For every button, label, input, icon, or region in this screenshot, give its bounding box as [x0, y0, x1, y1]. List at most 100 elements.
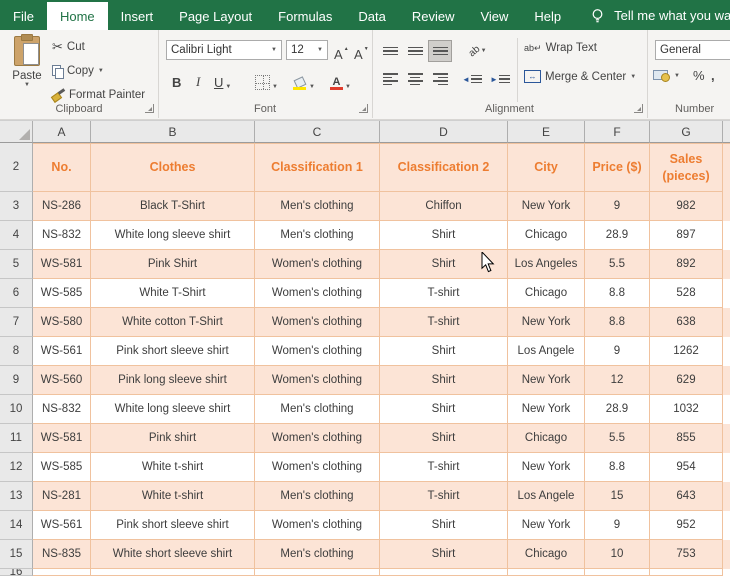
tab-home[interactable]: Home	[47, 2, 108, 30]
cell[interactable]: 28.9	[585, 395, 650, 424]
cell[interactable]: NS-286	[33, 192, 91, 221]
cell[interactable]: White T-Shirt	[91, 279, 255, 308]
align-left-button[interactable]	[378, 68, 402, 90]
cell[interactable]: 5.5	[585, 424, 650, 453]
accounting-arrow-icon[interactable]: ▼	[674, 73, 680, 79]
cell[interactable]: Men's clothing	[255, 482, 380, 511]
cell[interactable]: Men's clothing	[255, 221, 380, 250]
cell[interactable]: 982	[650, 192, 723, 221]
cell[interactable]: White long sleeve shirt	[91, 221, 255, 250]
cell[interactable]: T-shirt	[380, 308, 508, 337]
cell[interactable]: WS-581	[33, 250, 91, 279]
cell[interactable]: NS-832	[33, 221, 91, 250]
cell[interactable]: New York	[508, 308, 585, 337]
cell[interactable]: 9	[585, 337, 650, 366]
wrap-text-button[interactable]: ab↵ Wrap Text	[524, 42, 597, 54]
cell[interactable]: Pink shirt	[91, 424, 255, 453]
cell[interactable]: Shirt	[380, 366, 508, 395]
row-number[interactable]: 6	[0, 279, 33, 308]
row-number[interactable]: 4	[0, 221, 33, 250]
cell[interactable]: WS-560	[33, 366, 91, 395]
fill-color-button[interactable]: ▼	[293, 70, 315, 92]
cell[interactable]: Shirt	[380, 395, 508, 424]
cell[interactable]	[380, 569, 508, 576]
increase-indent-button[interactable]: ►	[488, 68, 512, 90]
underline-button[interactable]: U ▼	[214, 70, 231, 92]
grow-font-button[interactable]: A	[334, 42, 343, 64]
row-number[interactable]: 7	[0, 308, 33, 337]
cell[interactable]: 1262	[650, 337, 723, 366]
bold-button[interactable]: B	[172, 70, 181, 92]
cell[interactable]: New York	[508, 511, 585, 540]
tab-help[interactable]: Help	[521, 2, 574, 30]
tab-review[interactable]: Review	[399, 2, 468, 30]
row-number[interactable]: 15	[0, 540, 33, 569]
orientation-button[interactable]: ab ▼	[460, 40, 496, 62]
cell[interactable]: New York	[508, 192, 585, 221]
cut-button[interactable]: ✂ Cut	[52, 38, 85, 56]
cell[interactable]: 954	[650, 453, 723, 482]
row-number[interactable]: 8	[0, 337, 33, 366]
cell[interactable]: WS-585	[33, 453, 91, 482]
tab-insert[interactable]: Insert	[108, 2, 167, 30]
italic-button[interactable]: I	[196, 70, 200, 92]
center-button[interactable]	[403, 68, 427, 90]
row-number[interactable]: 5	[0, 250, 33, 279]
top-align-button[interactable]	[378, 40, 402, 62]
cell[interactable]: Pink short sleeve shirt	[91, 511, 255, 540]
cell[interactable]: White short sleeve shirt	[91, 540, 255, 569]
cell[interactable]: 638	[650, 308, 723, 337]
cell[interactable]: White t-shirt	[91, 482, 255, 511]
cell[interactable]: 9	[585, 511, 650, 540]
row-number[interactable]: 3	[0, 192, 33, 221]
column-header-c[interactable]: C	[255, 121, 380, 143]
cell[interactable]: T-shirt	[380, 279, 508, 308]
row-number[interactable]: 13	[0, 482, 33, 511]
cell[interactable]: Chicago	[508, 540, 585, 569]
shrink-font-button[interactable]: A	[354, 42, 363, 64]
bottom-align-button[interactable]	[428, 40, 452, 62]
column-header-f[interactable]: F	[585, 121, 650, 143]
accounting-format-button[interactable]: ▼	[653, 70, 680, 82]
cell[interactable]: Los Angeles	[508, 250, 585, 279]
cell[interactable]: Men's clothing	[255, 540, 380, 569]
paste-dropdown-arrow-icon[interactable]: ▼	[6, 82, 48, 88]
merge-center-button[interactable]: ↔ Merge & Center ▼	[524, 70, 636, 83]
cell[interactable]: 9	[585, 192, 650, 221]
cell[interactable]: Pink short sleeve shirt	[91, 337, 255, 366]
cell[interactable]: T-shirt	[380, 453, 508, 482]
cell[interactable]: WS-580	[33, 308, 91, 337]
cell[interactable]: T-shirt	[380, 482, 508, 511]
cell[interactable]: 8.8	[585, 279, 650, 308]
row-number[interactable]: 10	[0, 395, 33, 424]
tab-formulas[interactable]: Formulas	[265, 2, 345, 30]
cell[interactable]: Classification 1	[255, 143, 380, 192]
cell[interactable]: NS-835	[33, 540, 91, 569]
cell[interactable]: City	[508, 143, 585, 192]
cell[interactable]: 753	[650, 540, 723, 569]
cell[interactable]: Shirt	[380, 424, 508, 453]
cell[interactable]: 629	[650, 366, 723, 395]
number-format-select[interactable]: General	[655, 40, 730, 60]
cell[interactable]: Los Angele	[508, 337, 585, 366]
tab-view[interactable]: View	[467, 2, 521, 30]
cell[interactable]: Classification 2	[380, 143, 508, 192]
cell[interactable]: Sales (pieces)	[650, 143, 723, 192]
cell[interactable]	[91, 569, 255, 576]
cell[interactable]: Chicago	[508, 279, 585, 308]
cell[interactable]: Los Angele	[508, 482, 585, 511]
cell[interactable]: New York	[508, 453, 585, 482]
cell[interactable]: Pink Shirt	[91, 250, 255, 279]
cell[interactable]: WS-561	[33, 337, 91, 366]
decrease-indent-button[interactable]: ◄	[460, 68, 484, 90]
alignment-dialog-launcher[interactable]	[634, 104, 643, 113]
cell[interactable]: 528	[650, 279, 723, 308]
cell[interactable]: Shirt	[380, 337, 508, 366]
cell[interactable]: 892	[650, 250, 723, 279]
cell[interactable]: NS-832	[33, 395, 91, 424]
cell[interactable]: 28.9	[585, 221, 650, 250]
paste-button[interactable]: Paste ▼	[6, 36, 48, 106]
row-number[interactable]: 11	[0, 424, 33, 453]
cell[interactable]: Women's clothing	[255, 279, 380, 308]
cell[interactable]: 897	[650, 221, 723, 250]
